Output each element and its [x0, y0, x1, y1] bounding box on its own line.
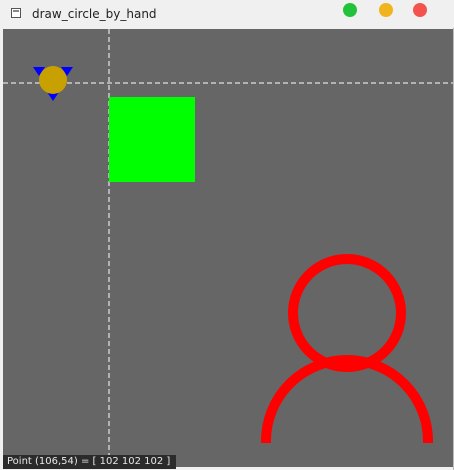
canvas-background: [3, 29, 453, 467]
marker-circle: [39, 66, 67, 94]
close-button[interactable]: [413, 3, 427, 17]
maximize-button[interactable]: [379, 3, 393, 17]
person-body-left-end: [261, 437, 271, 443]
status-bar: Point (106,54) = [ 102 102 102 ]: [3, 455, 177, 469]
minimize-button[interactable]: [343, 3, 357, 17]
window-title: draw_circle_by_hand: [32, 7, 157, 21]
title-bar[interactable]: draw_circle_by_hand: [0, 0, 454, 28]
app-window: draw_circle_by_hand Point (106,54) = [ 1: [0, 0, 454, 470]
drawing-canvas[interactable]: [3, 29, 453, 467]
app-icon: [11, 8, 21, 18]
person-body-right-end: [423, 437, 433, 443]
green-square: [109, 97, 195, 182]
canvas-svg[interactable]: [3, 29, 453, 467]
